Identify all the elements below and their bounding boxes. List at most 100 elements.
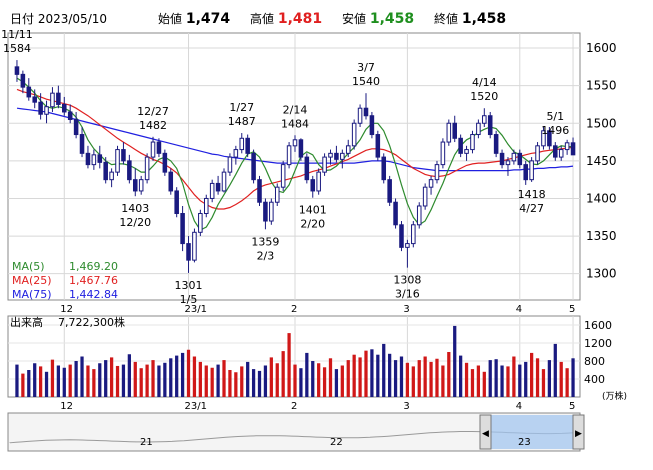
candle-body <box>564 142 570 151</box>
candle-body <box>416 205 422 226</box>
volume-bar <box>281 351 285 397</box>
volume-bar <box>228 370 232 397</box>
annotation-bottom: 3/16 <box>395 288 420 301</box>
volume-bar <box>411 366 415 397</box>
volume-bar <box>234 372 238 397</box>
candle-body <box>26 86 32 98</box>
annotation-top: 5/1 <box>546 110 564 123</box>
volume-bar <box>470 369 475 397</box>
volume-bar <box>429 361 433 397</box>
volume-bar <box>133 361 137 397</box>
volume-bar <box>317 363 321 397</box>
volume-bar <box>500 365 504 397</box>
volume-bar <box>269 357 273 397</box>
volume-bar <box>370 349 374 397</box>
candle-body <box>62 103 67 113</box>
legend-label: MA(75) <box>12 288 52 301</box>
legend-value: 1,442.84 <box>69 288 118 301</box>
candle-body <box>517 152 523 166</box>
legend-value: 1,469.20 <box>69 260 118 273</box>
candle-body <box>180 213 185 245</box>
volume-bar <box>157 365 161 397</box>
annotation-bottom: 2/20 <box>300 218 325 231</box>
volume-bar <box>382 343 386 397</box>
annotation-top: 1418 <box>518 188 546 201</box>
candle-body <box>14 66 20 75</box>
volume-bar <box>346 360 350 397</box>
price-x-tick-label: 2 <box>291 304 297 315</box>
annotation-bottom: 1487 <box>228 115 256 128</box>
candle-body <box>428 179 434 188</box>
candle-body <box>209 182 215 199</box>
annotation-bottom: 2/3 <box>257 249 275 262</box>
volume-bar <box>121 364 126 397</box>
candle-body <box>298 139 304 158</box>
candle-body <box>310 179 316 192</box>
candle-body <box>334 152 339 160</box>
volume-tick-label: 1200 <box>584 337 612 350</box>
candle-body <box>121 149 126 162</box>
candle-body <box>280 164 286 188</box>
volume-bar <box>417 360 421 397</box>
volume-x-tick-label: 12 <box>60 401 73 412</box>
handle-arrow: ▶ <box>575 429 582 439</box>
volume-bar <box>376 354 380 397</box>
candle-body <box>103 161 108 181</box>
annotation-bottom: 1520 <box>470 90 498 103</box>
price-tick-label: 1500 <box>586 116 617 130</box>
navigator-left-handle[interactable]: ◀ <box>479 414 492 450</box>
candle-body <box>32 96 37 103</box>
candle-body <box>558 149 564 158</box>
volume-bar <box>571 358 575 397</box>
candle-body <box>529 160 534 181</box>
annotation-top: 4/14 <box>472 76 497 89</box>
volume-bar <box>494 359 498 397</box>
volume-bar <box>198 361 202 397</box>
candle-body <box>215 182 221 192</box>
candle-body <box>150 141 156 158</box>
volume-bar <box>547 360 552 397</box>
volume-bar <box>163 362 167 397</box>
candle-body <box>91 154 97 166</box>
volume-x-tick-label: 3 <box>403 401 409 412</box>
volume-bar <box>145 364 149 397</box>
candle-body <box>351 122 357 147</box>
candle-body <box>198 213 203 233</box>
volume-bar <box>565 368 569 397</box>
volume-bar <box>340 365 344 397</box>
candle-body <box>363 107 369 117</box>
annotation-bottom: 12/20 <box>119 216 151 229</box>
candle-body <box>192 231 197 261</box>
legend-label: MA(5) <box>12 260 45 273</box>
volume-bar <box>453 325 457 397</box>
candle-body <box>203 197 209 215</box>
volume-bar <box>169 358 173 397</box>
candle-body <box>44 106 49 115</box>
candle-body <box>411 224 416 245</box>
legend-value: 1,467.76 <box>69 274 118 287</box>
volume-bar <box>251 369 256 397</box>
candle-body <box>440 141 446 166</box>
volume-bar <box>62 367 66 397</box>
volume-bar <box>246 361 250 397</box>
candle-body <box>221 171 227 192</box>
candle-body <box>97 154 103 163</box>
price-tick-label: 1550 <box>586 79 617 93</box>
volume-bar <box>518 364 522 397</box>
navigator-year-label: 21 <box>140 437 153 448</box>
candle-body <box>257 179 262 203</box>
candle-body <box>50 92 55 108</box>
candle-body <box>328 152 333 158</box>
volume-bar <box>192 356 197 397</box>
volume-bar <box>56 365 60 397</box>
volume-bar <box>447 352 451 397</box>
navigator-right-handle[interactable]: ▶ <box>572 414 585 450</box>
candle-body <box>535 145 540 162</box>
volume-bar <box>506 366 510 397</box>
price-x-tick-label: 4 <box>516 304 522 315</box>
volume-bar <box>530 352 534 397</box>
volume-bar <box>104 360 108 397</box>
volume-bar <box>393 360 398 397</box>
volume-bar <box>476 365 481 397</box>
volume-bar <box>109 357 114 397</box>
